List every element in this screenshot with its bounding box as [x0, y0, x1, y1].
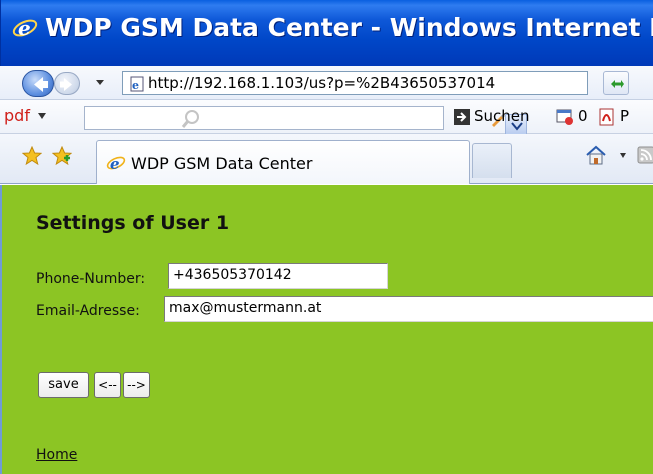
pdf-icon[interactable]: [598, 108, 616, 126]
previous-user-button[interactable]: <--: [94, 372, 121, 398]
svg-text:e: e: [132, 79, 139, 92]
svg-text:e: e: [18, 16, 31, 40]
popup-counter-icon[interactable]: [556, 108, 574, 126]
title-bar: e WDP GSM Data Center - Windows Internet…: [0, 0, 653, 66]
pdf-button-label[interactable]: P: [620, 107, 629, 125]
back-button[interactable]: [22, 70, 54, 97]
back-arrow-icon: [34, 77, 48, 92]
refresh-icon: [611, 80, 624, 88]
ie-page-icon: e: [106, 155, 126, 173]
search-button[interactable]: Suchen: [474, 107, 530, 125]
svg-text:e: e: [110, 155, 120, 173]
address-url: http://192.168.1.103/us?p=%2B43650537014: [148, 74, 496, 92]
next-user-button[interactable]: -->: [123, 372, 150, 398]
search-input[interactable]: [84, 106, 527, 136]
home-icon[interactable]: [585, 145, 607, 165]
forward-button[interactable]: [54, 72, 80, 95]
address-toolbar: e http://192.168.1.103/us?p=%2B436505370…: [0, 66, 653, 100]
browser-window: e WDP GSM Data Center - Windows Internet…: [0, 0, 653, 474]
search-go-icon[interactable]: [454, 109, 470, 125]
tab-wdp-gsm-data-center[interactable]: e WDP GSM Data Center: [96, 140, 470, 184]
page-title: Settings of User 1: [36, 212, 230, 234]
new-tab-button[interactable]: [472, 143, 512, 178]
phone-number-input[interactable]: +436505370142: [168, 263, 388, 289]
favorites-star-icon[interactable]: [22, 146, 42, 166]
add-favorite-icon[interactable]: [52, 146, 72, 166]
phone-number-label: Phone-Number:: [36, 271, 146, 287]
chevron-down-icon[interactable]: [620, 153, 626, 159]
ie-logo-icon: e: [12, 16, 38, 40]
popup-counter: 0: [578, 107, 588, 125]
window-title: WDP GSM Data Center - Windows Internet E…: [45, 13, 653, 42]
pdf-toolbar-label[interactable]: pdf: [4, 106, 30, 125]
tab-bar: e WDP GSM Data Center: [0, 134, 653, 184]
recent-pages-dropdown-icon[interactable]: [92, 75, 108, 89]
feed-icon[interactable]: [637, 146, 653, 164]
search-toolbar: pdf Suchen 0 P: [0, 100, 653, 136]
chevron-down-icon[interactable]: [38, 113, 46, 119]
tab-label: WDP GSM Data Center: [131, 154, 313, 173]
search-icon: [181, 110, 199, 128]
email-input[interactable]: max@mustermann.at: [164, 296, 653, 322]
forward-arrow-icon: [60, 78, 72, 91]
save-button[interactable]: save: [38, 372, 89, 398]
page-content: Settings of User 1 Phone-Number: +436505…: [0, 185, 653, 474]
address-field[interactable]: e http://192.168.1.103/us?p=%2B436505370…: [122, 71, 588, 95]
refresh-button[interactable]: [603, 71, 629, 95]
home-link[interactable]: Home: [36, 447, 77, 463]
page-icon: e: [130, 76, 144, 92]
email-label: Email-Adresse:: [36, 303, 140, 319]
